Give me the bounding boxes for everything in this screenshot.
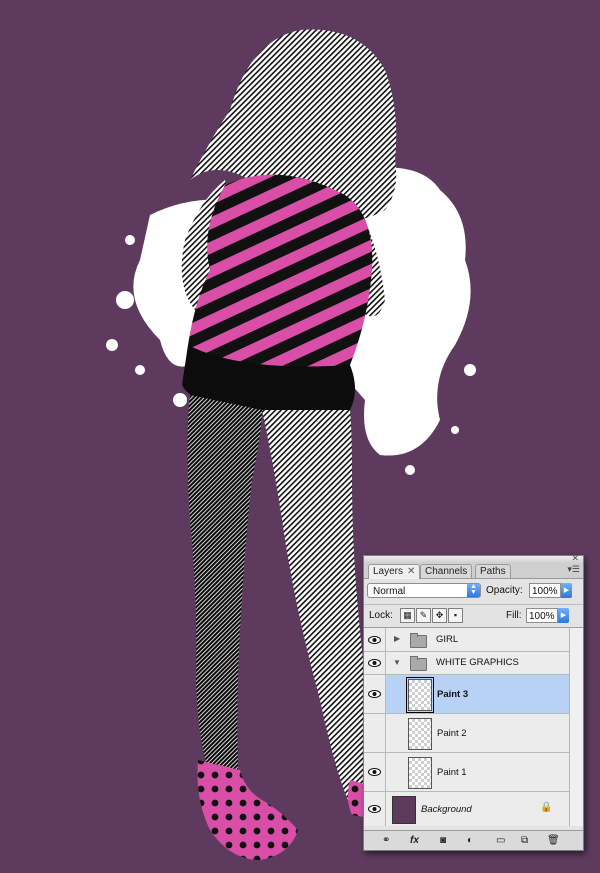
- opacity-input[interactable]: 100%: [529, 583, 561, 598]
- tab-paths-label: Paths: [480, 566, 506, 577]
- blend-mode-select[interactable]: Normal ▲ ▼: [367, 583, 481, 598]
- layer-name: Paint 3: [437, 689, 469, 700]
- lock-icon: 🔒: [540, 802, 553, 813]
- layers-scrollbar[interactable]: [569, 627, 583, 826]
- visibility-eye-icon[interactable]: [364, 652, 386, 674]
- folder-icon: [410, 633, 427, 648]
- group-collapsed-triangle-icon[interactable]: ▶: [394, 634, 400, 643]
- layer-name: Paint 1: [437, 767, 467, 778]
- lock-image-brush-icon[interactable]: ✎: [416, 608, 431, 623]
- panel-bottom-toolbar: ⚭ fx ◙ ◐ ▭ ⧉ 🗑: [364, 830, 583, 850]
- panel-menu-icon[interactable]: ▾☰: [567, 564, 580, 575]
- stepper-arrows-icon: ▲ ▼: [467, 583, 480, 597]
- folder-icon[interactable]: ▭: [496, 834, 505, 847]
- layer-thumbnail: [406, 677, 434, 713]
- group-expanded-triangle-icon[interactable]: ▼: [393, 658, 401, 667]
- layer-row-white-graphics[interactable]: ▼ WHITE GRAPHICS: [364, 652, 569, 675]
- lock-label: Lock:: [369, 610, 393, 621]
- layer-thumbnail: [408, 718, 432, 750]
- layer-row-paint-3[interactable]: Paint 3: [364, 675, 569, 714]
- layer-row-paint-1[interactable]: Paint 1: [364, 753, 569, 792]
- opacity-label: Opacity:: [486, 585, 523, 596]
- tab-paths[interactable]: Paths: [475, 564, 511, 578]
- layer-name: Paint 2: [437, 728, 467, 739]
- close-icon[interactable]: ✕: [571, 553, 579, 563]
- link-icon[interactable]: ⚭: [382, 834, 390, 847]
- opacity-value: 100%: [532, 586, 558, 597]
- background-thumbnail: [392, 796, 416, 824]
- layers-panel: ✕ Layers ✕ Channels Paths ▾☰ Normal ▲ ▼ Op…: [363, 553, 584, 851]
- adjustment-icon[interactable]: ◐: [467, 834, 473, 847]
- lock-position-move-icon[interactable]: ✥: [432, 608, 447, 623]
- blend-row: Normal ▲ ▼ Opacity: 100% ▶: [367, 581, 579, 601]
- fx-label: fx: [410, 835, 419, 846]
- mask-icon[interactable]: ◙: [440, 834, 446, 847]
- panel-tab-row: Layers ✕ Channels Paths ▾☰: [364, 563, 583, 579]
- close-tab-icon[interactable]: ✕: [407, 566, 415, 577]
- layers-list: ▶ GIRL ▼ WHITE GRAPHICS Paint 3 Paint 2 …: [364, 627, 569, 826]
- new-layer-icon[interactable]: ⧉: [521, 834, 528, 847]
- panel-titlebar[interactable]: ✕: [364, 553, 583, 563]
- visibility-eye-icon[interactable]: [364, 675, 386, 713]
- lock-row: Lock: ▦ ✎ ✥ ▪ Fill: 100% ▶: [364, 604, 583, 627]
- trash-icon[interactable]: 🗑: [547, 834, 560, 847]
- layer-row-girl[interactable]: ▶ GIRL: [364, 628, 569, 652]
- layer-name: GIRL: [436, 634, 459, 645]
- visibility-eye-icon[interactable]: [364, 753, 386, 791]
- tab-channels[interactable]: Channels: [420, 564, 473, 578]
- tab-channels-label: Channels: [425, 566, 468, 577]
- opacity-slider-button[interactable]: ▶: [561, 583, 572, 598]
- visibility-eye-icon[interactable]: [364, 628, 386, 651]
- fill-input[interactable]: 100%: [526, 608, 558, 623]
- layer-row-paint-2[interactable]: Paint 2: [364, 714, 569, 753]
- fill-label: Fill:: [506, 610, 522, 621]
- layer-row-background[interactable]: Background 🔒: [364, 792, 569, 826]
- layer-name: Background: [421, 804, 472, 815]
- folder-icon: [410, 656, 427, 671]
- layer-thumbnail: [408, 757, 432, 789]
- lock-all-icon[interactable]: ▪: [448, 608, 463, 623]
- fx-icon[interactable]: fx: [410, 834, 419, 847]
- layer-name: WHITE GRAPHICS: [436, 657, 519, 668]
- lock-transparent-icon[interactable]: ▦: [400, 608, 415, 623]
- visibility-eye-icon[interactable]: [364, 792, 386, 826]
- tab-layers[interactable]: Layers ✕: [368, 564, 421, 579]
- blend-mode-value: Normal: [373, 586, 406, 597]
- visibility-toggle-empty[interactable]: [364, 714, 386, 752]
- fill-value: 100%: [529, 611, 555, 622]
- fill-slider-button[interactable]: ▶: [558, 608, 569, 623]
- tab-layers-label: Layers: [373, 566, 404, 577]
